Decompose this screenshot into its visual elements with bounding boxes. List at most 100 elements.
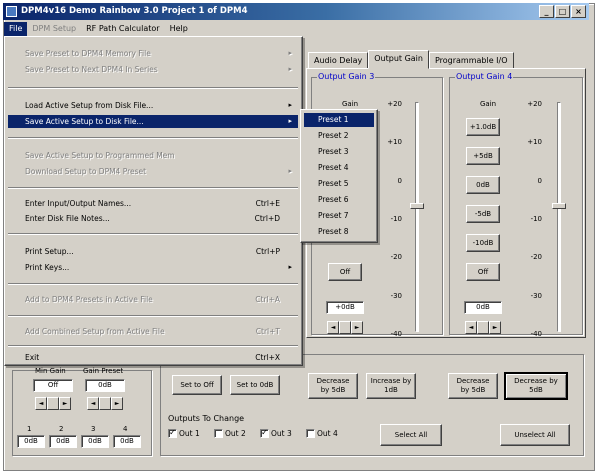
submenu-arrow-icon: ▸ xyxy=(288,65,292,73)
gain4-minus5db-button[interactable]: -5dB xyxy=(466,205,500,223)
min-gain-field[interactable]: Off xyxy=(33,379,73,392)
maximize-button[interactable]: □ xyxy=(555,5,570,18)
menu-rf-path-calculator[interactable]: RF Path Calculator xyxy=(81,22,164,36)
submenu-item-preset-6[interactable]: Preset 6 xyxy=(304,193,374,207)
menu-separator xyxy=(8,283,298,285)
menu-item-save-to-programmed[interactable]: Save Active Setup to Programmed Mem xyxy=(8,149,298,162)
gain3-off-button[interactable]: Off xyxy=(328,263,362,281)
gain-preset-field[interactable]: 0dB xyxy=(85,379,125,392)
unselect-all-button[interactable]: Unselect All xyxy=(500,424,570,446)
submenu-arrow-icon: ▸ xyxy=(288,263,292,271)
submenu-arrow-icon: ▸ xyxy=(288,167,292,175)
gain-preset-spin-left[interactable]: ◄ xyxy=(87,397,99,410)
gain4-off-button[interactable]: Off xyxy=(466,263,500,281)
min-gain-spin-middle[interactable] xyxy=(47,397,59,410)
increase-by-1db-button[interactable]: Increase by 1dB xyxy=(366,373,416,399)
submenu-item-preset-5[interactable]: Preset 5 xyxy=(304,177,374,191)
out-4-checkbox[interactable]: Out 4 xyxy=(306,429,338,438)
menu-item-load-active-setup[interactable]: Load Active Setup from Disk File... ▸ xyxy=(8,99,298,112)
menu-help[interactable]: Help xyxy=(165,22,193,36)
gain-preset-spin-right[interactable]: ► xyxy=(111,397,123,410)
gain4-minus10db-button[interactable]: -10dB xyxy=(466,234,500,252)
menu-item-save-preset-memory[interactable]: Save Preset to DPM4 Memory File ▸ xyxy=(8,47,298,60)
out-4-label: Out 4 xyxy=(317,429,338,438)
menu-item-download-setup[interactable]: Download Setup to DPM4 Preset ▸ xyxy=(8,165,298,178)
menu-item-label: Save Preset to Next DPM4 In Series xyxy=(25,65,158,74)
gain4-0db-button[interactable]: 0dB xyxy=(466,176,500,194)
menu-item-add-combined[interactable]: Add Combined Setup from Active File Ctrl+… xyxy=(8,325,298,338)
tick-label: -10 xyxy=(530,215,542,223)
gain3-spin-middle[interactable] xyxy=(339,321,351,334)
menu-file[interactable]: File xyxy=(4,22,28,36)
checkbox-box[interactable]: ✓ xyxy=(168,429,177,438)
gain3-spin-right[interactable]: ► xyxy=(351,321,363,334)
menu-shortcut: Ctrl+D xyxy=(254,214,280,223)
gain4-plus1db-button[interactable]: +1.0dB xyxy=(466,118,500,136)
close-button[interactable]: × xyxy=(571,5,586,18)
channel-4-field[interactable]: 0dB xyxy=(113,435,141,448)
gain4-spin-right[interactable]: ► xyxy=(489,321,501,334)
checkbox-box[interactable] xyxy=(306,429,315,438)
checkbox-box[interactable]: ✓ xyxy=(260,429,269,438)
tick-label: -40 xyxy=(390,330,402,338)
channel-number: 3 xyxy=(91,425,96,433)
out-2-checkbox[interactable]: Out 2 xyxy=(214,429,246,438)
slider-thumb[interactable] xyxy=(552,202,566,209)
menu-item-save-active-setup[interactable]: Save Active Setup to Disk File... ▸ xyxy=(8,115,298,128)
gain3-spin-left[interactable]: ◄ xyxy=(327,321,339,334)
submenu-item-preset-1[interactable]: Preset 1 xyxy=(304,113,374,127)
gain-preset-spin-middle[interactable] xyxy=(99,397,111,410)
decrease-by-5db-button-3[interactable]: Decrease by 5dB xyxy=(504,372,568,400)
channel-3-field[interactable]: 0dB xyxy=(81,435,109,448)
menu-dpm-setup[interactable]: DPM Setup xyxy=(27,22,81,36)
decrease-by-5db-button-2[interactable]: Decrease by 5dB xyxy=(448,373,498,399)
gain4-spin-left[interactable]: ◄ xyxy=(465,321,477,334)
gain4-value-field[interactable]: 0dB xyxy=(464,301,502,314)
submenu-item-preset-3[interactable]: Preset 3 xyxy=(304,145,374,159)
menu-item-print-setup[interactable]: Print Setup... Ctrl+P xyxy=(8,245,298,258)
minimize-button[interactable]: _ xyxy=(539,5,554,18)
gain3-value-field[interactable]: +0dB xyxy=(326,301,364,314)
out-1-checkbox[interactable]: ✓ Out 1 xyxy=(168,429,200,438)
menu-item-save-preset-next[interactable]: Save Preset to Next DPM4 In Series ▸ xyxy=(8,63,298,76)
tab-programmable-io[interactable]: Programmable I/O xyxy=(428,52,514,69)
menu-item-enter-disk-notes[interactable]: Enter Disk File Notes... Ctrl+D xyxy=(8,212,298,225)
submenu-arrow-icon: ▸ xyxy=(288,117,292,125)
submenu-item-preset-7[interactable]: Preset 7 xyxy=(304,209,374,223)
decrease-by-5db-button[interactable]: Decrease by 5dB xyxy=(308,373,358,399)
menu-item-enter-io-names[interactable]: Enter Input/Output Names... Ctrl+E xyxy=(8,197,298,210)
title-bar[interactable]: DPM4v16 Demo Rainbow 3.0 Project 1 of DP… xyxy=(3,3,589,20)
submenu-item-preset-2[interactable]: Preset 2 xyxy=(304,129,374,143)
channel-1-field[interactable]: 0dB xyxy=(17,435,45,448)
menu-bar: File DPM Setup RF Path Calculator Help xyxy=(4,22,193,36)
out-2-label: Out 2 xyxy=(225,429,246,438)
submenu-item-preset-8[interactable]: Preset 8 xyxy=(304,225,374,239)
gain4-plus5db-button[interactable]: +5dB xyxy=(466,147,500,165)
select-all-button[interactable]: Select All xyxy=(380,424,442,446)
menu-item-label: Add Combined Setup from Active File xyxy=(25,327,165,336)
menu-item-exit[interactable]: Exit Ctrl+X xyxy=(8,351,298,364)
min-gain-spin-left[interactable]: ◄ xyxy=(35,397,47,410)
gain3-slider[interactable] xyxy=(410,102,424,332)
menu-item-label: Enter Disk File Notes... xyxy=(25,214,110,223)
submenu-arrow-icon: ▸ xyxy=(288,101,292,109)
tick-label: +20 xyxy=(387,100,402,108)
menu-shortcut: Ctrl+E xyxy=(255,199,280,208)
set-to-0db-button[interactable]: Set to 0dB xyxy=(230,375,280,395)
menu-shortcut: Ctrl+A xyxy=(255,295,280,304)
gain4-slider[interactable] xyxy=(552,102,566,332)
menu-item-label: Download Setup to DPM4 Preset xyxy=(25,167,147,176)
slider-thumb[interactable] xyxy=(410,202,424,209)
set-to-off-button[interactable]: Set to Off xyxy=(172,375,222,395)
tab-output-gain[interactable]: Output Gain xyxy=(368,50,429,69)
menu-item-add-presets[interactable]: Add to DPM4 Presets in Active File Ctrl+A xyxy=(8,293,298,306)
checkbox-box[interactable] xyxy=(214,429,223,438)
tab-audio-delay[interactable]: Audio Delay xyxy=(308,52,369,69)
gain4-spin-middle[interactable] xyxy=(477,321,489,334)
menu-item-print-keys[interactable]: Print Keys... ▸ xyxy=(8,261,298,274)
submenu-item-preset-4[interactable]: Preset 4 xyxy=(304,161,374,175)
channel-2-field[interactable]: 0dB xyxy=(49,435,77,448)
menu-shortcut: Ctrl+X xyxy=(255,353,280,362)
out-3-checkbox[interactable]: ✓ Out 3 xyxy=(260,429,292,438)
min-gain-spin-right[interactable]: ► xyxy=(59,397,71,410)
